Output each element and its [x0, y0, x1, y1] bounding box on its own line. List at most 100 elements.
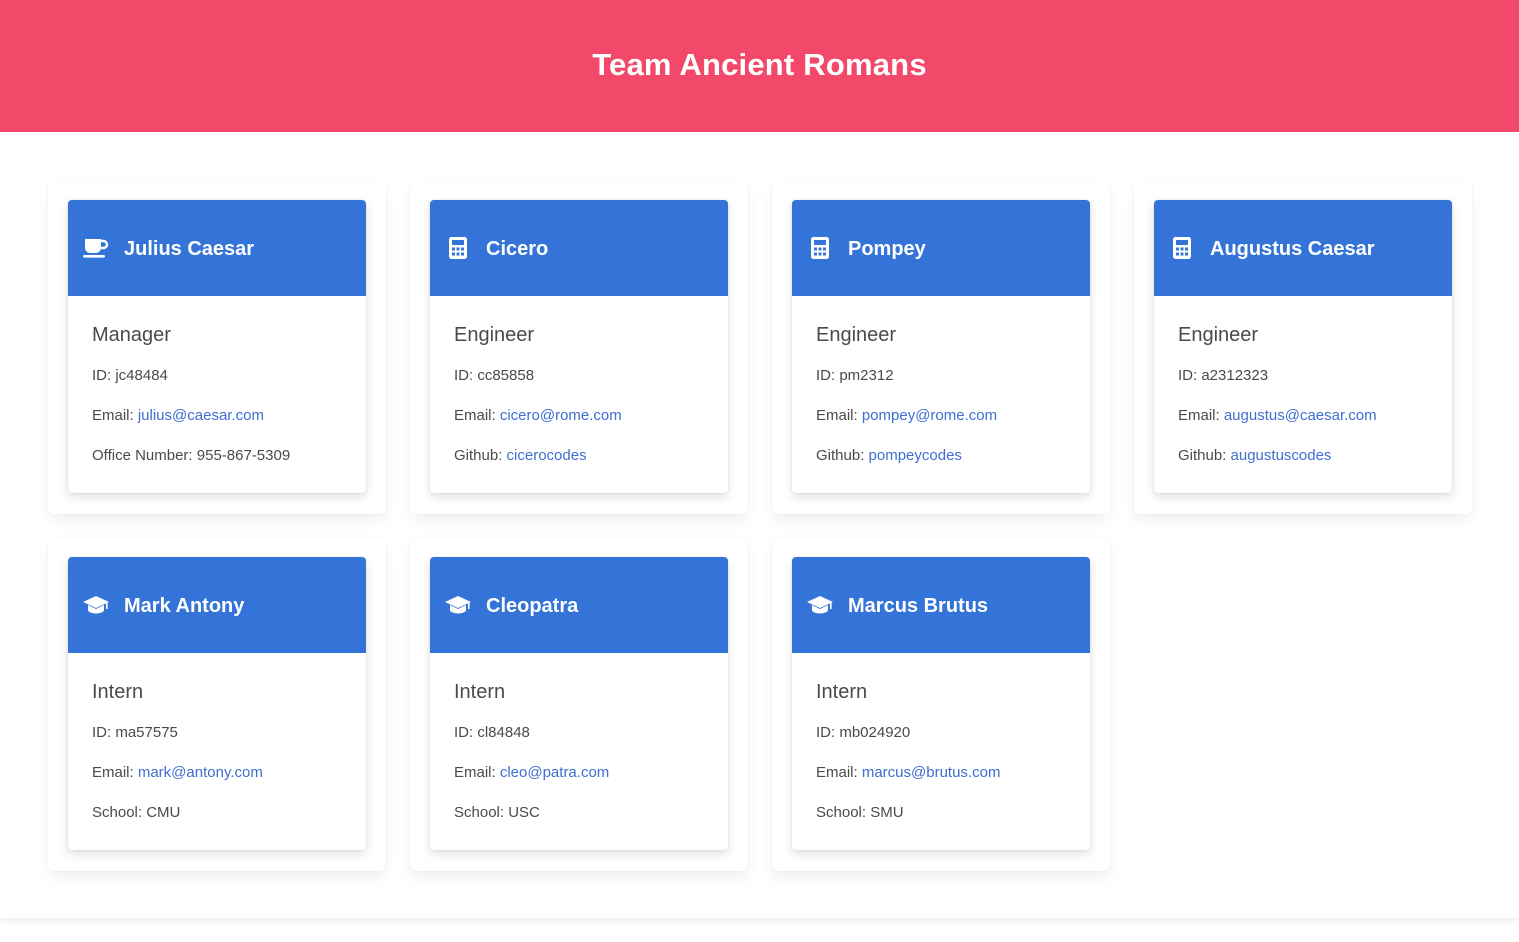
- page-header: Team Ancient Romans: [0, 0, 1519, 132]
- employee-email-link[interactable]: cicero@rome.com: [500, 407, 622, 424]
- employee-role: Engineer: [1178, 324, 1259, 346]
- employee-card: Julius Caesar Manager ID: jc48484 Email:…: [68, 200, 366, 493]
- employee-card-header: Cleopatra: [430, 557, 728, 653]
- graduation-cap-icon: [804, 589, 836, 621]
- employee-id: a2312323: [1201, 367, 1269, 384]
- employee-id-label: ID:: [1178, 367, 1202, 384]
- employee-id: jc48484: [115, 367, 168, 384]
- employee-extra-label: Github:: [816, 447, 869, 464]
- employee-email-link[interactable]: marcus@brutus.com: [862, 764, 1001, 781]
- employee-name: Cleopatra: [486, 595, 579, 617]
- employee-email-link[interactable]: cleo@patra.com: [500, 764, 609, 781]
- employee-id-line: ID: ma57575: [92, 722, 342, 744]
- employee-extra-label: School:: [816, 804, 871, 821]
- employee-role: Intern: [92, 681, 144, 703]
- employee-email-line: Email: cicero@rome.com: [454, 405, 704, 427]
- employee-extra-line: Github: pompeycodes: [816, 445, 1066, 467]
- employee-card-container: Pompey Engineer ID: pm2312 Email: pompey…: [772, 180, 1110, 514]
- employee-email-label: Email:: [454, 764, 500, 781]
- calculator-icon: [442, 232, 474, 264]
- employee-card-header: Pompey: [792, 200, 1090, 296]
- employee-email-label: Email:: [92, 764, 138, 781]
- employee-name: Pompey: [848, 238, 926, 260]
- employee-email-label: Email:: [92, 407, 138, 424]
- employee-card-body: Manager ID: jc48484 Email: julius@caesar…: [68, 296, 366, 467]
- employee-id-line: ID: cl84848: [454, 722, 704, 744]
- employee-extra-label: Office Number:: [92, 447, 197, 464]
- employee-school: SMU: [870, 804, 904, 821]
- employee-name: Marcus Brutus: [848, 595, 989, 617]
- employee-id: ma57575: [115, 724, 178, 741]
- employee-card: Cicero Engineer ID: cc85858 Email: cicer…: [430, 200, 728, 493]
- employee-id-line: ID: mb024920: [816, 722, 1066, 744]
- employee-card: Pompey Engineer ID: pm2312 Email: pompey…: [792, 200, 1090, 493]
- employee-card-body: Engineer ID: cc85858 Email: cicero@rome.…: [430, 296, 728, 467]
- graduation-cap-icon: [80, 589, 112, 621]
- employee-email-link[interactable]: pompey@rome.com: [862, 407, 997, 424]
- employee-extra-label: Github:: [454, 447, 507, 464]
- employee-github-link[interactable]: cicerocodes: [507, 447, 587, 464]
- coffee-mug-icon: [80, 232, 112, 264]
- employee-email-label: Email:: [1178, 407, 1224, 424]
- employee-email-line: Email: cleo@patra.com: [454, 762, 704, 784]
- employee-github-link[interactable]: pompeycodes: [869, 447, 962, 464]
- employee-id-label: ID:: [816, 367, 840, 384]
- employee-card-container: Mark Antony Intern ID: ma57575 Email: ma…: [48, 537, 386, 871]
- employee-office-number: 955-867-5309: [196, 447, 291, 464]
- employee-email-label: Email:: [816, 764, 862, 781]
- employee-card-container: Cleopatra Intern ID: cl84848 Email: cleo…: [410, 537, 748, 871]
- employee-card-container: Augustus Caesar Engineer ID: a2312323 Em…: [1134, 180, 1472, 514]
- employee-name: Julius Caesar: [124, 238, 255, 260]
- employee-email-line: Email: julius@caesar.com: [92, 405, 342, 427]
- employee-email-link[interactable]: mark@antony.com: [138, 764, 263, 781]
- employee-id-line: ID: pm2312: [816, 365, 1066, 387]
- employee-name: Mark Antony: [124, 595, 245, 617]
- employee-card-body: Intern ID: cl84848 Email: cleo@patra.com…: [430, 653, 728, 824]
- employee-name: Augustus Caesar: [1210, 238, 1375, 260]
- employee-card-container: Cicero Engineer ID: cc85858 Email: cicer…: [410, 180, 748, 514]
- employee-card-body: Intern ID: ma57575 Email: mark@antony.co…: [68, 653, 366, 824]
- calculator-icon: [804, 232, 836, 264]
- employee-school: CMU: [146, 804, 181, 821]
- employee-id-line: ID: cc85858: [454, 365, 704, 387]
- employee-id: cl84848: [477, 724, 530, 741]
- employee-email-line: Email: mark@antony.com: [92, 762, 342, 784]
- employee-email-link[interactable]: augustus@caesar.com: [1224, 407, 1377, 424]
- employee-extra-line: Office Number: 955-867-5309: [92, 445, 342, 467]
- employee-card: Marcus Brutus Intern ID: mb024920 Email:…: [792, 557, 1090, 850]
- employee-card-header: Mark Antony: [68, 557, 366, 653]
- employee-email-line: Email: pompey@rome.com: [816, 405, 1066, 427]
- employee-extra-line: Github: cicerocodes: [454, 445, 704, 467]
- employee-id-line: ID: a2312323: [1178, 365, 1428, 387]
- employee-id-label: ID:: [454, 724, 478, 741]
- employee-email-link[interactable]: julius@caesar.com: [138, 407, 264, 424]
- employee-id: pm2312: [839, 367, 894, 384]
- employee-role: Manager: [92, 324, 171, 346]
- employee-card: Augustus Caesar Engineer ID: a2312323 Em…: [1154, 200, 1452, 493]
- calculator-icon: [1166, 232, 1198, 264]
- employee-email-label: Email:: [816, 407, 862, 424]
- employee-card-body: Engineer ID: pm2312 Email: pompey@rome.c…: [792, 296, 1090, 467]
- employee-card: Cleopatra Intern ID: cl84848 Email: cleo…: [430, 557, 728, 850]
- employee-card-header: Augustus Caesar: [1154, 200, 1452, 296]
- employee-role: Engineer: [454, 324, 535, 346]
- employee-extra-label: School:: [92, 804, 147, 821]
- page-title: Team Ancient Romans: [592, 47, 927, 82]
- employee-card-container: Julius Caesar Manager ID: jc48484 Email:…: [48, 180, 386, 514]
- employee-card: Mark Antony Intern ID: ma57575 Email: ma…: [68, 557, 366, 850]
- employee-id-label: ID:: [92, 367, 116, 384]
- employee-card-header: Julius Caesar: [68, 200, 366, 296]
- employee-email-line: Email: marcus@brutus.com: [816, 762, 1066, 784]
- employee-school: USC: [508, 804, 540, 821]
- employee-id-line: ID: jc48484: [92, 365, 342, 387]
- employee-id: mb024920: [839, 724, 911, 741]
- employee-role: Intern: [454, 681, 506, 703]
- employee-id-label: ID:: [816, 724, 840, 741]
- employee-extra-label: Github:: [1178, 447, 1231, 464]
- graduation-cap-icon: [442, 589, 474, 621]
- employee-github-link[interactable]: augustuscodes: [1231, 447, 1332, 464]
- employee-card-header: Cicero: [430, 200, 728, 296]
- employee-extra-line: School: USC: [454, 802, 704, 824]
- employee-id: cc85858: [477, 367, 535, 384]
- employee-extra-line: School: CMU: [92, 802, 342, 824]
